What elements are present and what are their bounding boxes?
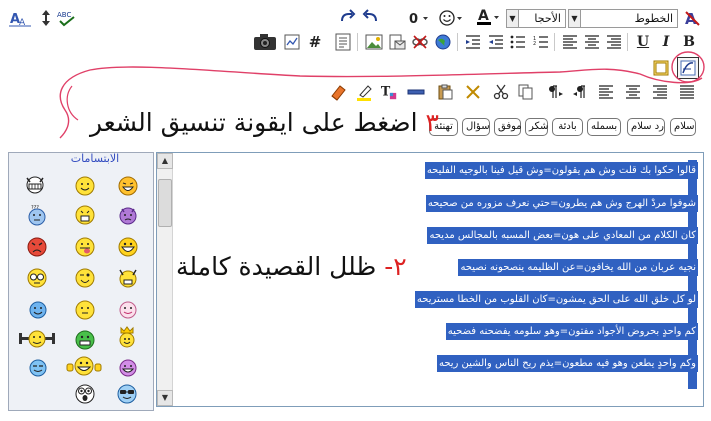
clipboard-icon bbox=[438, 84, 453, 100]
smiley-bigsmile-icon[interactable] bbox=[117, 236, 139, 258]
instruction-step-2-number: ٢- bbox=[384, 252, 407, 281]
instruction-step-3: ٣ اضغط على ايقونة تنسيق الشعر bbox=[90, 108, 439, 137]
msg-button-badia[interactable]: بادئة bbox=[552, 118, 583, 136]
align-right-2-button[interactable] bbox=[650, 82, 670, 102]
paste-button[interactable] bbox=[435, 82, 455, 102]
smiley-shocked-icon[interactable] bbox=[74, 204, 96, 226]
eraser-button[interactable] bbox=[328, 82, 348, 102]
horizontal-rule-icon bbox=[407, 89, 425, 95]
text-style-icon: T bbox=[381, 84, 397, 100]
poem-line[interactable]: كم واحدٍ بحروض الأجواد مفتون=وهو سلومه ي… bbox=[445, 323, 698, 340]
rtl-direction-icon bbox=[573, 85, 585, 98]
poem-line[interactable]: قالوا حكوا بك قلت وش هم يقولون=وش قيل في… bbox=[424, 162, 698, 179]
poem-line[interactable]: نجيه عربان من الله يخافون=عن الظليمه ينص… bbox=[458, 259, 698, 276]
copy-icon bbox=[518, 84, 533, 100]
msg-button-sual[interactable]: سؤال bbox=[462, 118, 490, 136]
align-center-icon bbox=[626, 85, 640, 99]
smiley-grimace-icon[interactable] bbox=[24, 174, 46, 196]
instruction-step-2-text: ظلل القصيدة كاملة bbox=[176, 252, 377, 281]
smiley-cool-blue-icon[interactable] bbox=[27, 299, 49, 321]
poem-line[interactable]: كان الكلام من المعادي على هون=بعض المسبه… bbox=[427, 227, 698, 244]
smiley-laugh-icon[interactable] bbox=[117, 175, 139, 197]
scroll-up-arrow-icon[interactable]: ▲ bbox=[157, 153, 173, 169]
smiley-purple-grin-icon[interactable] bbox=[117, 357, 139, 379]
editor-scrollbar[interactable]: ▲ ▼ bbox=[157, 153, 173, 406]
align-left-2-button[interactable] bbox=[596, 82, 616, 102]
msg-button-basmala[interactable]: بسمله bbox=[587, 118, 621, 136]
highlighter-icon bbox=[357, 85, 372, 101]
text-style-button[interactable]: T bbox=[379, 82, 399, 102]
smiley-green-grin-icon[interactable] bbox=[74, 329, 96, 351]
smiley-wink-icon[interactable] bbox=[74, 267, 96, 289]
msg-button-radd-salam[interactable]: رد سلام bbox=[627, 118, 665, 136]
msg-button-muwaffaq[interactable]: موفق bbox=[494, 118, 522, 136]
smiley-thumbsup-icon[interactable] bbox=[66, 355, 102, 377]
instruction-step-3-number: ٣ bbox=[425, 108, 439, 137]
smiley-devil-icon[interactable] bbox=[117, 204, 139, 226]
smiley-blush-icon[interactable] bbox=[117, 299, 139, 321]
ltr-direction-button[interactable] bbox=[546, 82, 566, 102]
align-right-icon bbox=[653, 85, 667, 99]
smiley-sunglasses-icon[interactable] bbox=[116, 383, 138, 405]
msg-button-shukr[interactable]: شكر bbox=[525, 118, 548, 136]
scroll-thumb[interactable] bbox=[158, 179, 172, 227]
justify-icon bbox=[680, 85, 694, 99]
instruction-step-2: ٢- ظلل القصيدة كاملة bbox=[176, 252, 407, 281]
smilies-title: الابتسامات bbox=[70, 152, 120, 165]
delete-button[interactable] bbox=[463, 82, 483, 102]
poem-line[interactable]: وكم واحدٍ يطعن وهو فيه مطعون=يذم ريح الن… bbox=[436, 355, 698, 372]
msg-button-salam[interactable]: سلام bbox=[670, 118, 696, 136]
smiley-angry-icon[interactable] bbox=[26, 236, 48, 258]
smiley-surprised-icon[interactable] bbox=[74, 383, 96, 405]
smiley-dumbbell-icon[interactable] bbox=[18, 328, 56, 350]
cut-button[interactable] bbox=[491, 82, 511, 102]
smiley-tongue-icon[interactable] bbox=[74, 236, 96, 258]
poem-line[interactable]: لو كل خلق الله على الحق يمشون=كان القلوب… bbox=[414, 291, 698, 308]
svg-text:T: T bbox=[381, 84, 391, 99]
scissors-icon bbox=[493, 84, 509, 100]
highlight-button[interactable] bbox=[354, 82, 374, 102]
copy-button[interactable] bbox=[516, 82, 536, 102]
justify-button[interactable] bbox=[677, 82, 697, 102]
svg-text:???: ??? bbox=[31, 205, 39, 211]
smiley-happy-icon[interactable] bbox=[74, 175, 96, 197]
smiley-king-icon[interactable] bbox=[116, 326, 138, 348]
align-center-2-button[interactable] bbox=[623, 82, 643, 102]
smiley-wideeyes-icon[interactable] bbox=[26, 267, 48, 289]
delete-x-icon bbox=[466, 85, 480, 99]
align-left-icon bbox=[599, 85, 613, 99]
rtl-direction-button[interactable] bbox=[570, 82, 590, 102]
horizontal-rule-button[interactable] bbox=[406, 82, 426, 102]
smiley-calm-icon[interactable] bbox=[74, 299, 96, 321]
scroll-down-arrow-icon[interactable]: ▼ bbox=[157, 390, 173, 406]
eraser-icon bbox=[331, 85, 346, 101]
poem-line[interactable]: شوفوا مردْ الهرج وش هم يطرون=حتي نعرف مز… bbox=[425, 195, 698, 212]
smiley-confused-icon[interactable]: ??? bbox=[26, 204, 48, 226]
ltr-direction-icon bbox=[549, 85, 563, 98]
instruction-step-3-text: اضغط على ايقونة تنسيق الشعر bbox=[90, 108, 418, 137]
smiley-blue-sly-icon[interactable] bbox=[27, 357, 49, 379]
smiley-cheer-icon[interactable] bbox=[117, 267, 139, 289]
